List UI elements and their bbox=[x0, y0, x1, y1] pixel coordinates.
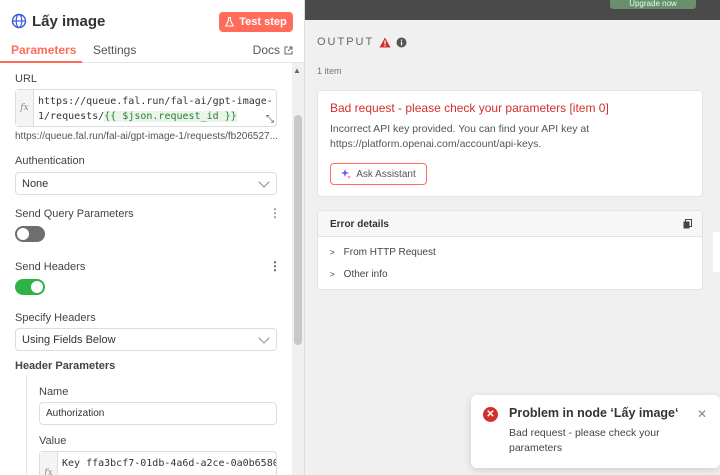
docs-link[interactable]: Docs bbox=[253, 43, 293, 57]
error-title: Bad request - please check your paramete… bbox=[330, 101, 609, 115]
info-icon[interactable] bbox=[396, 37, 407, 48]
tab-settings[interactable]: Settings bbox=[93, 43, 136, 57]
parameters-scroll-area[interactable]: ▲ URL fx https://queue.fal.run/fal-ai/gp… bbox=[0, 63, 305, 475]
details-row-other-info[interactable]: > Other info bbox=[330, 269, 388, 280]
upgrade-button[interactable]: Upgrade now bbox=[610, 0, 696, 9]
toggle-knob bbox=[17, 228, 29, 240]
url-input[interactable]: fx https://queue.fal.run/fal-ai/gpt-imag… bbox=[15, 89, 277, 127]
send-headers-options-icon[interactable]: ⋮ bbox=[269, 259, 281, 273]
node-parameters-panel: Lấy image Test step Parameters Settings … bbox=[0, 0, 305, 475]
header-parameters-label: Header Parameters bbox=[15, 360, 116, 372]
item-count: 1 item bbox=[317, 66, 342, 76]
details-row-label: From HTTP Request bbox=[343, 247, 436, 258]
toggle-knob bbox=[31, 281, 43, 293]
panel-tabs: Parameters Settings Docs bbox=[0, 40, 305, 63]
ask-assistant-button[interactable]: Ask Assistant bbox=[330, 163, 427, 185]
header-value-text[interactable]: Key ffa3bcf7-01db-4a6d-a2ce-0a0b658079c bbox=[62, 458, 276, 469]
url-label: URL bbox=[15, 73, 38, 85]
details-row-label: Other info bbox=[343, 269, 388, 280]
expand-icon[interactable]: ⤡ bbox=[266, 114, 274, 125]
chevron-right-icon: > bbox=[330, 270, 335, 279]
scrollbar-thumb[interactable] bbox=[294, 115, 302, 345]
header-name-input[interactable]: Authorization bbox=[39, 402, 277, 425]
authentication-value: None bbox=[22, 178, 49, 190]
error-icon: ✕ bbox=[483, 407, 498, 422]
external-link-icon bbox=[284, 46, 293, 54]
authentication-label: Authentication bbox=[15, 155, 85, 167]
authentication-select[interactable]: None bbox=[15, 172, 277, 195]
header-params-indent-line bbox=[26, 375, 27, 475]
globe-icon bbox=[11, 13, 27, 29]
error-details-header: Error details bbox=[318, 211, 702, 237]
node-header: Lấy image Test step bbox=[0, 0, 305, 40]
send-headers-label: Send Headers bbox=[15, 261, 86, 273]
chevron-down-icon bbox=[258, 176, 270, 188]
output-heading: OUTPUT bbox=[317, 36, 407, 48]
error-toast: ✕ Problem in node ‘Lấy image‘ Bad reques… bbox=[471, 395, 720, 468]
side-panel-handle[interactable] bbox=[713, 232, 720, 272]
error-details-title: Error details bbox=[330, 219, 389, 230]
error-details-card: Error details > From HTTP Request > Othe… bbox=[317, 210, 703, 290]
chevron-right-icon: > bbox=[330, 248, 335, 257]
scroll-up-icon[interactable]: ▲ bbox=[293, 66, 301, 75]
test-step-label: Test step bbox=[239, 16, 287, 28]
header-name-label: Name bbox=[39, 386, 69, 398]
fx-icon: fx bbox=[40, 452, 58, 475]
tab-parameters[interactable]: Parameters bbox=[11, 43, 76, 57]
flask-icon bbox=[225, 17, 235, 27]
ask-assistant-label: Ask Assistant bbox=[356, 168, 416, 180]
specify-headers-value: Using Fields Below bbox=[22, 334, 116, 346]
error-card: Bad request - please check your paramete… bbox=[317, 90, 703, 197]
toast-title: Problem in node ‘Lấy image‘ bbox=[509, 406, 679, 420]
chevron-down-icon bbox=[258, 332, 270, 344]
test-step-button[interactable]: Test step bbox=[219, 12, 293, 32]
copy-icon[interactable] bbox=[683, 219, 692, 229]
output-label: OUTPUT bbox=[317, 36, 375, 48]
url-value[interactable]: https://queue.fal.run/fal-ai/gpt-image-1… bbox=[38, 94, 276, 124]
sparkle-icon bbox=[341, 169, 352, 179]
warning-icon bbox=[379, 37, 391, 47]
details-row-from-http-request[interactable]: > From HTTP Request bbox=[330, 247, 436, 258]
url-expression: {{ $json.request_id }} bbox=[104, 111, 237, 122]
header-value-label: Value bbox=[39, 435, 67, 447]
close-icon[interactable]: ✕ bbox=[697, 407, 707, 421]
docs-label: Docs bbox=[252, 43, 280, 57]
fx-icon: fx bbox=[16, 90, 34, 126]
specify-headers-label: Specify Headers bbox=[15, 312, 96, 324]
url-preview: https://queue.fal.run/fal-ai/gpt-image-1… bbox=[15, 131, 278, 142]
send-query-options-icon[interactable]: ⋮ bbox=[269, 206, 281, 220]
send-query-label: Send Query Parameters bbox=[15, 208, 134, 220]
send-headers-toggle[interactable] bbox=[15, 279, 45, 295]
node-title[interactable]: Lấy image bbox=[32, 13, 105, 30]
specify-headers-select[interactable]: Using Fields Below bbox=[15, 328, 277, 351]
error-description: Incorrect API key provided. You can find… bbox=[330, 123, 590, 150]
send-query-toggle[interactable] bbox=[15, 226, 45, 242]
toast-body: Bad request - please check your paramete… bbox=[509, 427, 660, 454]
header-value-input[interactable]: fx Key ffa3bcf7-01db-4a6d-a2ce-0a0b65807… bbox=[39, 451, 277, 475]
